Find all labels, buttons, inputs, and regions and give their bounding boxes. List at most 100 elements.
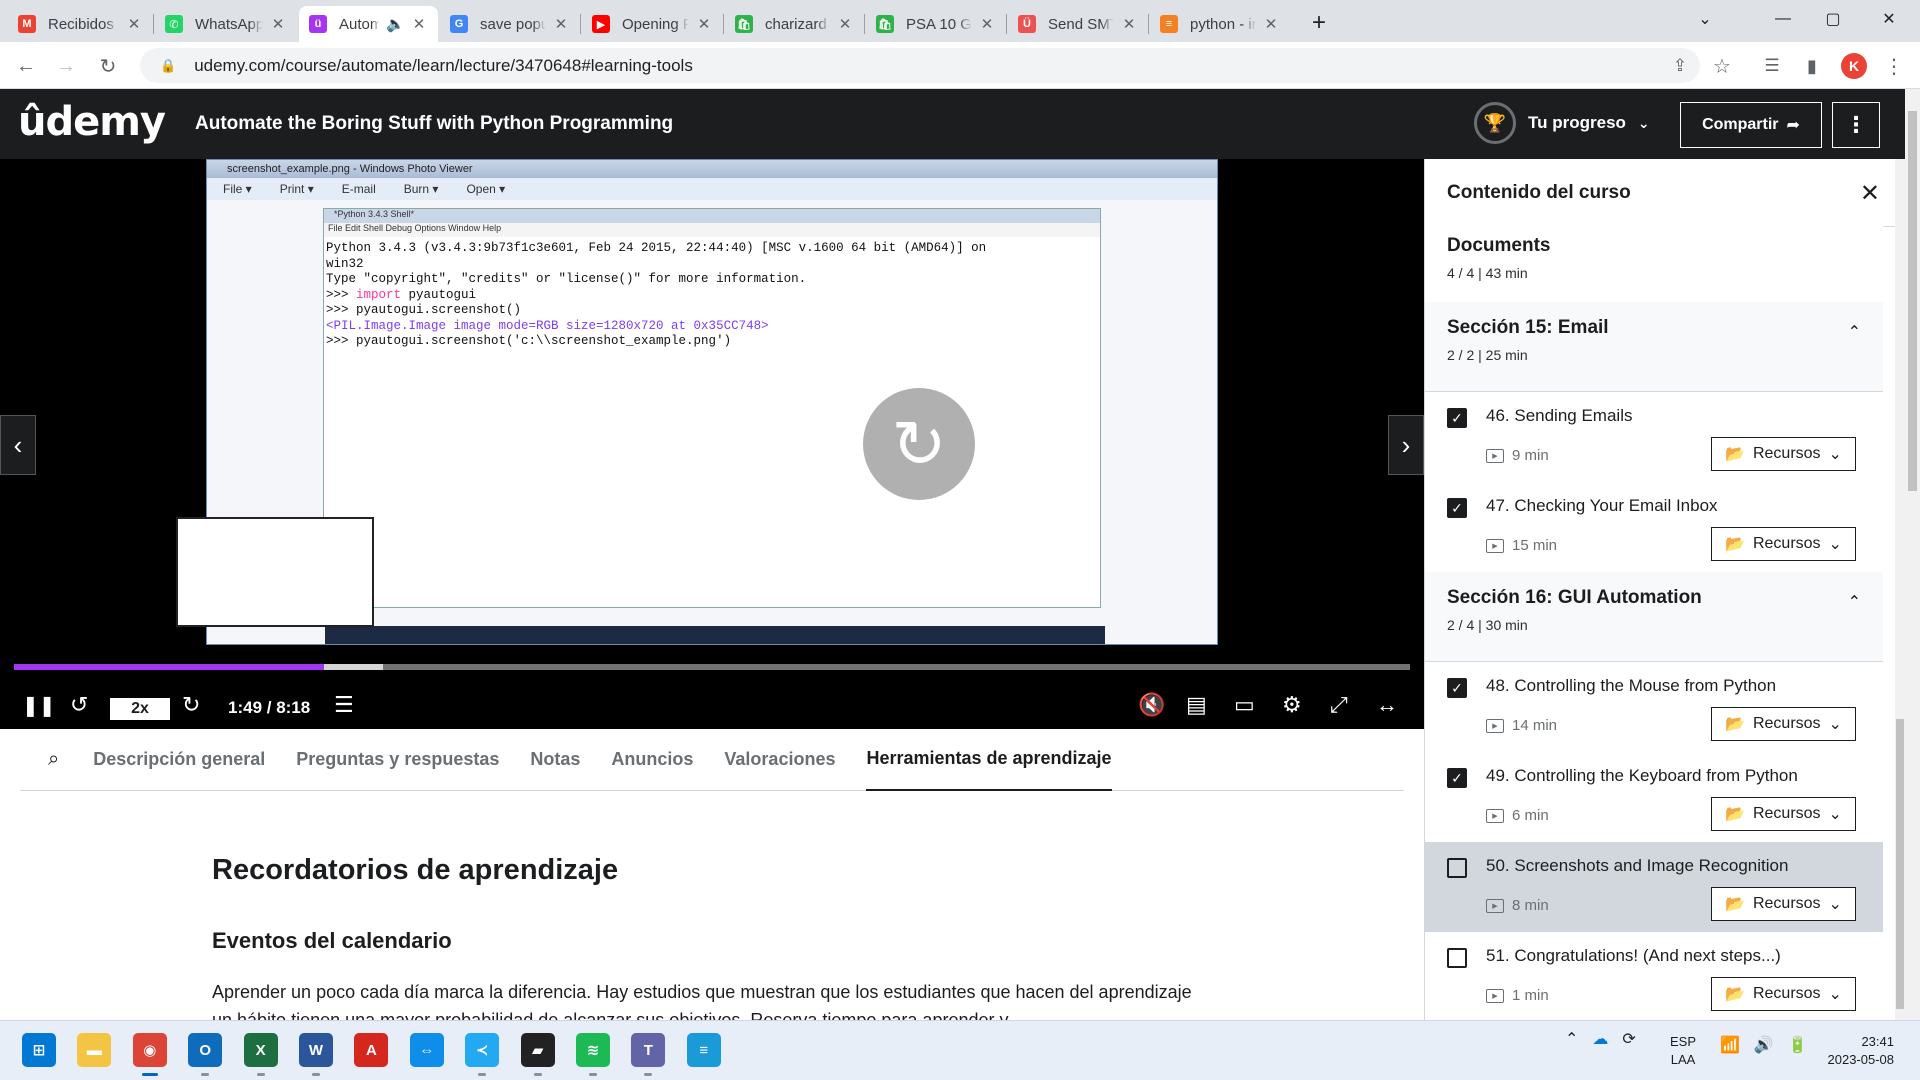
language-indicator[interactable]: ESP LAA (1670, 1033, 1696, 1069)
close-tab-icon[interactable]: ✕ (695, 15, 713, 33)
progress-bar[interactable] (14, 664, 1410, 670)
section-header[interactable]: Sección 16: GUI Automation 2 / 4 | 30 min… (1425, 572, 1883, 662)
forward-button[interactable]: → (50, 50, 82, 82)
lecture-item[interactable]: ✓ 47. Checking Your Email Inbox ▶ 15 min 📂 Re… (1425, 482, 1883, 572)
add-note-icon[interactable]: ☰ (334, 690, 354, 720)
sidebar-scrollbar[interactable] (1895, 159, 1905, 1020)
new-tab-button[interactable]: + (1296, 4, 1342, 42)
close-icon[interactable]: ✕ (1860, 179, 1880, 208)
browser-menu-icon[interactable]: ⋮ (1878, 50, 1910, 82)
speaker-icon[interactable]: 🔈 (386, 15, 405, 33)
mute-icon[interactable]: 🔇 (1138, 690, 1165, 720)
video-player[interactable]: screenshot_example.png - Windows Photo V… (0, 159, 1424, 729)
fullscreen-icon[interactable]: ⤢ (1330, 690, 1348, 720)
tab-search-icon[interactable]: ⌄ (1682, 0, 1728, 38)
teams-icon[interactable]: T (631, 1033, 666, 1076)
sync-icon[interactable]: ⟳ (1622, 1029, 1635, 1049)
settings-gear-icon[interactable]: ⚙ (1282, 690, 1302, 720)
sticky-notes-icon[interactable]: ▰ (520, 1033, 555, 1076)
lecture-checkbox[interactable]: ✓ (1447, 498, 1467, 518)
outlook-icon[interactable]: O (188, 1033, 223, 1076)
replay-icon[interactable]: ↻ (863, 388, 975, 500)
browser-tab[interactable]: Gsave popup w ✕ (440, 6, 580, 42)
next-lecture-button[interactable]: › (1388, 415, 1424, 475)
resources-button[interactable]: 📂 Recursos ⌄ (1711, 797, 1856, 831)
expand-width-icon[interactable]: ↔ (1376, 690, 1398, 720)
address-bar[interactable]: 🔒 udemy.com/course/automate/learn/lectur… (140, 48, 1700, 83)
side-panel-icon[interactable]: ▮ (1796, 50, 1828, 82)
close-tab-icon[interactable]: ✕ (1120, 15, 1138, 33)
status-icons[interactable]: 📶 🔊 🔋 (1720, 1035, 1808, 1055)
close-tab-icon[interactable]: ✕ (269, 15, 287, 33)
reading-list-icon[interactable]: ☰ (1756, 50, 1788, 82)
close-tab-icon[interactable]: ✕ (1262, 15, 1280, 33)
resources-button[interactable]: 📂 Recursos ⌄ (1711, 437, 1856, 471)
tab-preguntas-y-respuestas[interactable]: Preguntas y respuestas (296, 729, 499, 791)
tab-notas[interactable]: Notas (530, 729, 580, 791)
browser-tab[interactable]: ≡ python - imap ✕ (1150, 6, 1290, 42)
window-close-icon[interactable]: ✕ (1866, 0, 1912, 38)
browser-tab[interactable]: Ü Send SMTP M ✕ (1008, 6, 1148, 42)
browser-tab[interactable]: M Recibidos (4.3 ✕ (8, 6, 153, 42)
close-tab-icon[interactable]: ✕ (978, 15, 996, 33)
browser-tab[interactable]: ✆ WhatsApp ✕ (155, 6, 297, 42)
share-button[interactable]: Compartir ➦ (1680, 102, 1822, 148)
previous-lecture-button[interactable]: ‹ (0, 415, 36, 475)
resources-button[interactable]: 📂 Recursos ⌄ (1711, 977, 1856, 1011)
lecture-checkbox[interactable]: ✓ (1447, 678, 1467, 698)
lecture-checkbox[interactable] (1447, 948, 1467, 968)
sidebar-scroll-thumb[interactable] (1896, 719, 1904, 1009)
more-options-button[interactable]: ⋮ (1832, 102, 1880, 148)
section-header[interactable]: Sección 15: Email 2 / 2 | 25 min ⌃ (1425, 302, 1883, 392)
page-scroll-thumb[interactable] (1908, 111, 1917, 491)
page-scrollbar[interactable] (1905, 89, 1920, 1020)
spotify-icon[interactable]: ≋ (576, 1033, 610, 1076)
browser-tab[interactable]: ▶ Opening Poke ✕ (582, 6, 723, 42)
lecture-item[interactable]: ✓ 48. Controlling the Mouse from Python ▶ 1… (1425, 662, 1883, 752)
lecture-item[interactable]: 50. Screenshots and Image Recognition ▶ 8 … (1425, 842, 1883, 932)
chevron-up-icon[interactable]: ⌃ (1848, 592, 1861, 612)
close-tab-icon[interactable]: ✕ (552, 15, 570, 33)
resources-button[interactable]: 📂 Recursos ⌄ (1711, 707, 1856, 741)
lecture-checkbox[interactable] (1447, 858, 1467, 878)
course-title[interactable]: Automate the Boring Stuff with Python Pr… (195, 113, 673, 135)
bookmark-star-icon[interactable]: ☆ (1706, 50, 1738, 82)
rewind-icon[interactable]: ↺ (70, 690, 88, 720)
teamviewer-icon[interactable]: ⇔ (409, 1033, 444, 1067)
tab-anuncios[interactable]: Anuncios (611, 729, 693, 791)
browser-tab[interactable]: ü Automate 🔈 ✕ (299, 6, 438, 42)
vscode-icon[interactable]: ≺ (465, 1033, 500, 1076)
notepad-icon[interactable]: ≡ (686, 1033, 721, 1067)
captions-icon[interactable]: ▭ (1234, 690, 1255, 720)
tab-valoraciones[interactable]: Valoraciones (724, 729, 835, 791)
chevron-up-icon[interactable]: ⌃ (1848, 322, 1861, 342)
word-icon[interactable]: W (299, 1033, 333, 1076)
share-page-icon[interactable]: ⇪ (1664, 50, 1696, 82)
playback-speed-button[interactable]: 2x (110, 698, 170, 720)
lecture-checkbox[interactable]: ✓ (1447, 768, 1467, 788)
resources-button[interactable]: 📂 Recursos ⌄ (1711, 887, 1856, 921)
close-tab-icon[interactable]: ✕ (125, 15, 143, 33)
back-button[interactable]: ← (10, 50, 42, 82)
udemy-logo[interactable]: ûdemy (18, 99, 166, 145)
chrome-icon[interactable]: ◉ (132, 1033, 167, 1076)
resources-button[interactable]: 📂 Recursos ⌄ (1711, 527, 1856, 561)
maximize-icon[interactable]: ▢ (1810, 0, 1856, 38)
onedrive-icon[interactable]: ☁ (1592, 1029, 1608, 1049)
minimize-icon[interactable]: — (1760, 0, 1806, 38)
transcript-icon[interactable]: ▤ (1186, 690, 1207, 720)
close-tab-icon[interactable]: ✕ (836, 15, 854, 33)
pause-button[interactable]: ❚❚ (22, 690, 56, 720)
lecture-item[interactable]: 51. Congratulations! (And next steps...)… (1425, 932, 1883, 1020)
chevron-up-icon[interactable]: ⌃ (1565, 1029, 1578, 1049)
file-explorer-icon[interactable]: ▬ (77, 1033, 112, 1067)
browser-tab[interactable]: 🛍 PSA 10 GEMA ✕ (866, 6, 1006, 42)
acrobat-icon[interactable]: A (354, 1033, 389, 1067)
lecture-item[interactable]: ✓ 49. Controlling the Keyboard from Pytho… (1425, 752, 1883, 842)
clock[interactable]: 23:41 2023-05-08 (1810, 1033, 1895, 1069)
browser-tab[interactable]: 🛍 charizard base ✕ (725, 6, 864, 42)
tab-herramientas-de-aprendizaje[interactable]: Herramientas de aprendizaje (866, 729, 1112, 791)
search-icon[interactable]: ⌕ (48, 748, 59, 771)
progress-button[interactable]: 🏆 Tu progreso ⌄ (1474, 102, 1650, 144)
tab-descripción-general[interactable]: Descripción general (93, 729, 265, 791)
